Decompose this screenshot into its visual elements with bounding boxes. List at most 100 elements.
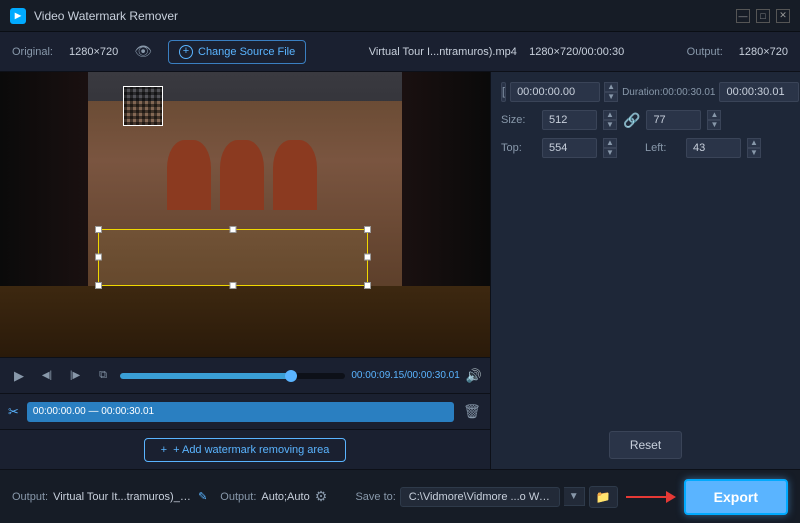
width-down-button[interactable]: ▼ — [603, 120, 617, 130]
bottom-bar: Output: Virtual Tour It...tramuros)_D.mp… — [0, 469, 800, 523]
time-up-button[interactable]: ▲ — [604, 82, 618, 92]
left-up-button[interactable]: ▲ — [747, 138, 761, 148]
right-panel: [ ▲ ▼ Duration:00:00:30.01 ▲ ▼ ] Size: ▲… — [490, 72, 800, 469]
width-spinner: ▲ ▼ — [603, 110, 617, 130]
time-display: 00:00:09.15/00:00:30.01 — [351, 370, 459, 381]
output-format: Auto;Auto — [261, 491, 309, 503]
height-input[interactable] — [646, 110, 701, 130]
saveto-section: Save to: C:\Vidmore\Vidmore ...o Waterma… — [355, 486, 617, 508]
progress-fill — [120, 373, 291, 379]
video-area: ▶ ◀| |▶ ⧉ 00:00:09.15/00:00:30.01 🔊 ✂ 00… — [0, 72, 490, 469]
reset-button[interactable]: Reset — [609, 431, 682, 459]
bracket-start-button[interactable]: [ — [501, 82, 506, 102]
selection-box[interactable] — [98, 229, 368, 286]
app-icon: ▶ — [10, 8, 26, 24]
top-input[interactable] — [542, 138, 597, 158]
main-content: ▶ ◀| |▶ ⧉ 00:00:09.15/00:00:30.01 🔊 ✂ 00… — [0, 72, 800, 469]
arch-2 — [220, 140, 264, 210]
output-label-2: Output: — [220, 491, 256, 503]
handle-bottom-center[interactable] — [229, 282, 236, 289]
export-button[interactable]: Export — [684, 479, 788, 515]
output-filename: Virtual Tour It...tramuros)_D.mp4 — [53, 491, 193, 503]
arrow-line — [626, 496, 666, 498]
top-left-row: Top: ▲ ▼ Left: ▲ ▼ — [501, 138, 790, 158]
video-scene — [0, 72, 490, 357]
ground — [0, 286, 490, 357]
time-row: [ ▲ ▼ Duration:00:00:30.01 ▲ ▼ ] — [501, 82, 790, 102]
eye-icon[interactable]: 👁 — [134, 43, 152, 60]
left-input[interactable] — [686, 138, 741, 158]
delete-clip-button[interactable]: 🗑 — [462, 402, 482, 422]
arrow-container — [626, 491, 676, 503]
window-controls: — □ ✕ — [736, 9, 790, 23]
clip-range: 00:00:00.00 — 00:00:30.01 — [27, 402, 454, 422]
output-label: Output: — [687, 46, 723, 58]
add-watermark-button[interactable]: + + Add watermark removing area — [144, 438, 347, 462]
progress-thumb[interactable] — [285, 370, 297, 382]
duration-label: Duration:00:00:30.01 — [622, 87, 715, 98]
output-resolution: 1280×720 — [739, 46, 788, 58]
gear-icon[interactable]: ⚙ — [315, 488, 328, 505]
duration-end-input[interactable] — [719, 82, 799, 102]
saveto-label: Save to: — [355, 491, 395, 503]
clip-row: ✂ 00:00:00.00 — 00:00:30.01 🗑 — [0, 393, 490, 429]
title-bar: ▶ Video Watermark Remover — □ ✕ — [0, 0, 800, 32]
top-up-button[interactable]: ▲ — [603, 138, 617, 148]
time-start-input[interactable] — [510, 82, 600, 102]
output-label-1: Output: — [12, 491, 48, 503]
arch-3 — [273, 140, 317, 210]
video-preview[interactable] — [0, 72, 490, 357]
left-down-button[interactable]: ▼ — [747, 148, 761, 158]
handle-top-right[interactable] — [364, 226, 371, 233]
handle-mid-right[interactable] — [364, 254, 371, 261]
prev-frame-button[interactable]: ◀| — [36, 365, 58, 387]
original-resolution: 1280×720 — [69, 46, 118, 58]
top-label: Top: — [501, 142, 536, 154]
controls-bar: ▶ ◀| |▶ ⧉ 00:00:09.15/00:00:30.01 🔊 — [0, 357, 490, 393]
volume-icon[interactable]: 🔊 — [466, 368, 482, 384]
progress-bar[interactable] — [120, 373, 345, 379]
top-spinner: ▲ ▼ — [603, 138, 617, 158]
handle-bottom-left[interactable] — [95, 282, 102, 289]
original-label: Original: — [12, 46, 53, 58]
top-down-button[interactable]: ▼ — [603, 148, 617, 158]
edit-icon[interactable]: ✎ — [198, 490, 207, 503]
maximize-button[interactable]: □ — [756, 9, 770, 23]
arrow-head — [666, 491, 676, 503]
time-spinner: ▲ ▼ — [604, 82, 618, 102]
file-info: Virtual Tour I...ntramuros).mp4 1280×720… — [322, 46, 670, 58]
qr-watermark — [123, 86, 163, 126]
left-spinner: ▲ ▼ — [747, 138, 761, 158]
next-frame-button[interactable]: |▶ — [64, 365, 86, 387]
dropdown-button[interactable]: ▼ — [564, 487, 585, 506]
size-row: Size: ▲ ▼ 🔗 ▲ ▼ — [501, 110, 790, 130]
width-up-button[interactable]: ▲ — [603, 110, 617, 120]
output-section: Output: Virtual Tour It...tramuros)_D.mp… — [12, 488, 347, 505]
plus-circle-icon: + — [179, 45, 193, 59]
handle-bottom-right[interactable] — [364, 282, 371, 289]
top-bar: Original: 1280×720 👁 + Change Source Fil… — [0, 32, 800, 72]
handle-top-center[interactable] — [229, 226, 236, 233]
change-source-button[interactable]: + Change Source File — [168, 40, 306, 64]
play-button[interactable]: ▶ — [8, 365, 30, 387]
left-label: Left: — [645, 142, 680, 154]
link-icon[interactable]: 🔗 — [623, 112, 640, 129]
folder-button[interactable]: 📁 — [589, 486, 618, 508]
app-title: Video Watermark Remover — [34, 9, 728, 23]
handle-top-left[interactable] — [95, 226, 102, 233]
height-spinner: ▲ ▼ — [707, 110, 721, 130]
minimize-button[interactable]: — — [736, 9, 750, 23]
arch-1 — [167, 140, 211, 210]
loop-button[interactable]: ⧉ — [92, 365, 114, 387]
width-input[interactable] — [542, 110, 597, 130]
plus-icon: + — [161, 444, 167, 456]
add-watermark-label: + Add watermark removing area — [173, 444, 329, 456]
handle-mid-left[interactable] — [95, 254, 102, 261]
saveto-path: C:\Vidmore\Vidmore ...o Watermark Remove… — [400, 487, 560, 507]
height-down-button[interactable]: ▼ — [707, 120, 721, 130]
close-button[interactable]: ✕ — [776, 9, 790, 23]
add-watermark-area: + + Add watermark removing area — [0, 429, 490, 469]
time-down-button[interactable]: ▼ — [604, 92, 618, 102]
height-up-button[interactable]: ▲ — [707, 110, 721, 120]
size-label: Size: — [501, 114, 536, 126]
